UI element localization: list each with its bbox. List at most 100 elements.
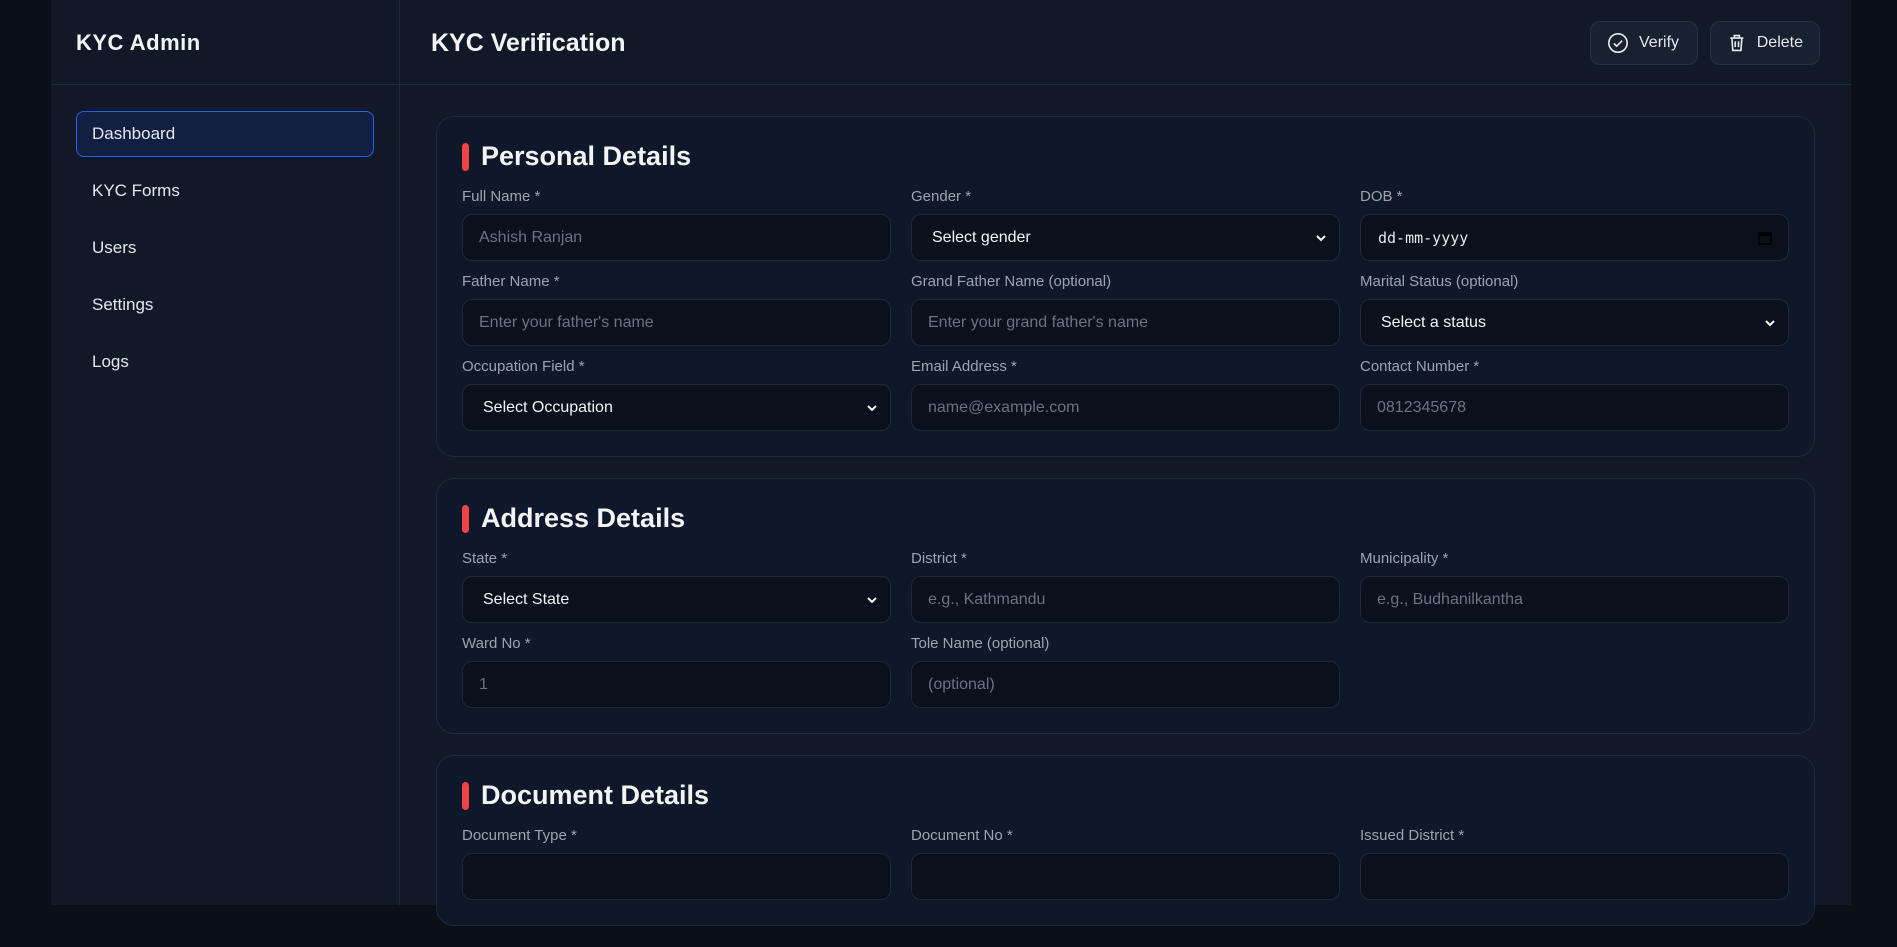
calendar-icon[interactable] <box>1758 231 1772 245</box>
sidebar-item-settings[interactable]: Settings <box>76 282 374 328</box>
select-value: Select gender <box>932 228 1031 246</box>
field-label: Contact Number * <box>1360 358 1480 375</box>
section-heading: Personal Details <box>462 141 1789 172</box>
field-ward-no: Ward No * 1 <box>462 635 891 708</box>
input-placeholder: name@example.com <box>928 398 1080 416</box>
delete-label: Delete <box>1756 34 1803 51</box>
email-address-input[interactable]: name@example.com <box>911 384 1340 431</box>
state-select[interactable]: Select State <box>462 576 891 623</box>
field-label: Issued District * <box>1360 827 1465 844</box>
contact-number-input[interactable]: 0812345678 <box>1360 384 1789 431</box>
header: KYC Verification Verify Delete <box>400 0 1851 85</box>
chevron-down-icon <box>1765 319 1775 326</box>
field-issued-district: Issued District * <box>1360 827 1789 900</box>
field-label: Tole Name (optional) <box>911 635 1050 652</box>
field-grid: State * Select State District * e.g., Kathm… <box>462 550 1789 708</box>
form-content: Personal Details Full Name * Ashish Ranjan… <box>436 116 1815 947</box>
address-details-card: Address Details State * Select State Distri… <box>436 478 1815 734</box>
document-no-input[interactable] <box>911 853 1340 900</box>
field-label: Ward No * <box>462 635 531 652</box>
field-label: District * <box>911 550 967 567</box>
select-value: Select Occupation <box>483 398 613 416</box>
field-grid: Document Type * Document No * Issued Distr… <box>462 827 1789 900</box>
field-full-name: Full Name * Ashish Ranjan <box>462 188 891 261</box>
tole-name-input[interactable]: (optional) <box>911 661 1340 708</box>
field-label: Document Type * <box>462 827 577 844</box>
sidebar: KYC Admin Dashboard KYC Forms Users Sett… <box>51 0 400 905</box>
input-placeholder: (optional) <box>928 675 995 693</box>
full-name-input[interactable]: Ashish Ranjan <box>462 214 891 261</box>
issued-district-input[interactable] <box>1360 853 1789 900</box>
sidebar-nav: Dashboard KYC Forms Users Settings Logs <box>51 85 399 385</box>
section-marker <box>462 781 469 810</box>
district-input[interactable]: e.g., Kathmandu <box>911 576 1340 623</box>
document-type-input[interactable] <box>462 853 891 900</box>
input-placeholder: Ashish Ranjan <box>479 228 583 246</box>
delete-button[interactable]: Delete <box>1710 21 1820 65</box>
chevron-down-icon <box>867 596 877 603</box>
input-placeholder: 1 <box>479 675 488 693</box>
brand-title: KYC Admin <box>51 0 399 85</box>
verify-button[interactable]: Verify <box>1590 21 1698 65</box>
marital-status-select[interactable]: Select a status <box>1360 299 1789 346</box>
input-placeholder: Enter your father's name <box>479 313 654 331</box>
field-label: Father Name * <box>462 273 560 290</box>
field-district: District * e.g., Kathmandu <box>911 550 1340 623</box>
field-email-address: Email Address * name@example.com <box>911 358 1340 431</box>
field-dob: DOB * dd-mm-yyyy <box>1360 188 1789 261</box>
sidebar-item-dashboard[interactable]: Dashboard <box>76 111 374 157</box>
section-title: Address Details <box>481 503 686 533</box>
field-label: Document No * <box>911 827 1013 844</box>
field-gender: Gender * Select gender <box>911 188 1340 261</box>
input-placeholder: 0812345678 <box>1377 398 1466 416</box>
sidebar-item-kyc-forms[interactable]: KYC Forms <box>76 168 374 214</box>
field-label: Full Name * <box>462 188 541 205</box>
field-label: Municipality * <box>1360 550 1449 567</box>
section-title: Document Details <box>481 780 710 810</box>
sidebar-item-logs[interactable]: Logs <box>76 339 374 385</box>
section-marker <box>462 504 469 533</box>
occupation-field-select[interactable]: Select Occupation <box>462 384 891 431</box>
personal-details-card: Personal Details Full Name * Ashish Ranjan… <box>436 116 1815 457</box>
chevron-down-icon <box>867 404 877 411</box>
field-father-name: Father Name * Enter your father's name <box>462 273 891 346</box>
trash-icon <box>1730 34 1744 52</box>
section-heading: Document Details <box>462 780 1789 811</box>
page-title: KYC Verification <box>431 29 626 57</box>
chevron-down-icon <box>1316 234 1326 241</box>
verify-label: Verify <box>1639 34 1680 51</box>
field-contact-number: Contact Number * 0812345678 <box>1360 358 1789 431</box>
father-name-input[interactable]: Enter your father's name <box>462 299 891 346</box>
ward-no-input[interactable]: 1 <box>462 661 891 708</box>
input-placeholder: e.g., Kathmandu <box>928 590 1046 608</box>
select-value: Select a status <box>1381 313 1486 331</box>
gender-select[interactable]: Select gender <box>911 214 1340 261</box>
field-marital-status: Marital Status (optional) Select a status <box>1360 273 1789 346</box>
field-grid: Full Name * Ashish Ranjan Gender * Select g… <box>462 188 1789 431</box>
section-marker <box>462 142 469 171</box>
field-tole-name: Tole Name (optional) (optional) <box>911 635 1340 708</box>
field-document-type: Document Type * <box>462 827 891 900</box>
date-value: dd-mm-yyyy <box>1378 228 1469 247</box>
field-state: State * Select State <box>462 550 891 623</box>
field-occupation-field: Occupation Field * Select Occupation <box>462 358 891 431</box>
field-label: Grand Father Name (optional) <box>911 273 1112 290</box>
municipality-input[interactable]: e.g., Budhanilkantha <box>1360 576 1789 623</box>
input-placeholder: Enter your grand father's name <box>928 313 1149 331</box>
main: KYC Verification Verify Delete Personal … <box>400 0 1851 926</box>
field-label: Gender * <box>911 188 972 205</box>
input-placeholder: e.g., Budhanilkantha <box>1377 590 1523 608</box>
section-heading: Address Details <box>462 503 1789 534</box>
field-document-no: Document No * <box>911 827 1340 900</box>
field-municipality: Municipality * e.g., Budhanilkantha <box>1360 550 1789 623</box>
field-label: DOB * <box>1360 188 1403 205</box>
check-circle-icon <box>1608 33 1628 53</box>
grand-father-name-input[interactable]: Enter your grand father's name <box>911 299 1340 346</box>
document-details-card: Document Details Document Type * Document … <box>436 755 1815 926</box>
dob-date-input[interactable]: dd-mm-yyyy <box>1360 214 1789 261</box>
field-label: Email Address * <box>911 358 1017 375</box>
field-label: Occupation Field * <box>462 358 585 375</box>
section-title: Personal Details <box>481 141 692 171</box>
field-grand-father-name: Grand Father Name (optional) Enter your g… <box>911 273 1340 346</box>
sidebar-item-users[interactable]: Users <box>76 225 374 271</box>
